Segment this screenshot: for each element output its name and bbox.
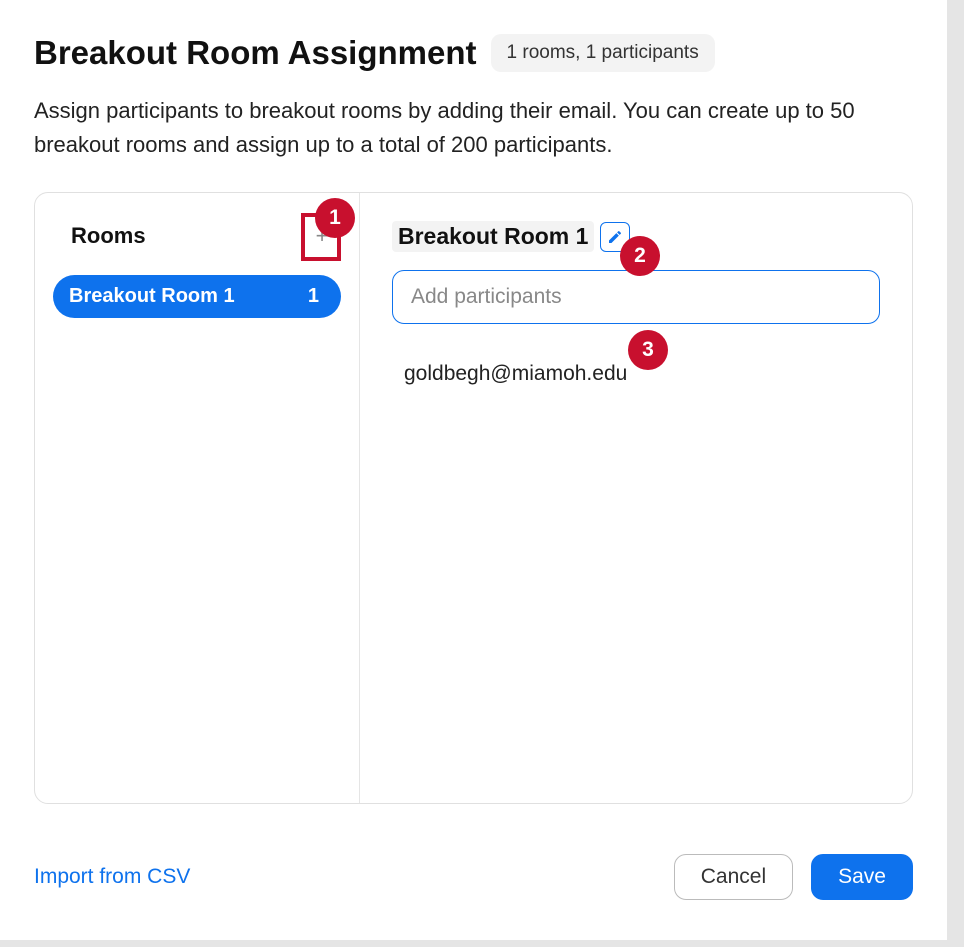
- room-summary-badge: 1 rooms, 1 participants: [491, 34, 715, 72]
- pencil-icon: [607, 229, 623, 245]
- room-item-count: 1: [308, 285, 319, 308]
- callout-marker-2: 2: [620, 236, 660, 276]
- modal-footer: Import from CSV Cancel Save: [34, 854, 913, 900]
- add-participants-input[interactable]: [392, 270, 880, 324]
- save-button[interactable]: Save: [811, 854, 913, 900]
- room-name-label: Breakout Room 1: [392, 221, 594, 252]
- rooms-heading: Rooms: [71, 223, 146, 249]
- room-list-item[interactable]: Breakout Room 1 1: [53, 275, 341, 318]
- callout-marker-3: 3: [628, 330, 668, 370]
- room-item-label: Breakout Room 1: [69, 285, 235, 308]
- callout-marker-1: 1: [315, 198, 355, 238]
- assignment-panel: Rooms + Breakout Room 1 1 Breakout Room …: [34, 192, 913, 804]
- cancel-button[interactable]: Cancel: [674, 854, 793, 900]
- room-detail-pane: Breakout Room 1 goldbegh@miamoh.edu: [360, 193, 912, 803]
- import-csv-link[interactable]: Import from CSV: [34, 865, 190, 889]
- page-title: Breakout Room Assignment: [34, 34, 477, 72]
- rooms-sidebar: Rooms + Breakout Room 1 1: [35, 193, 360, 803]
- page-description: Assign participants to breakout rooms by…: [34, 94, 913, 162]
